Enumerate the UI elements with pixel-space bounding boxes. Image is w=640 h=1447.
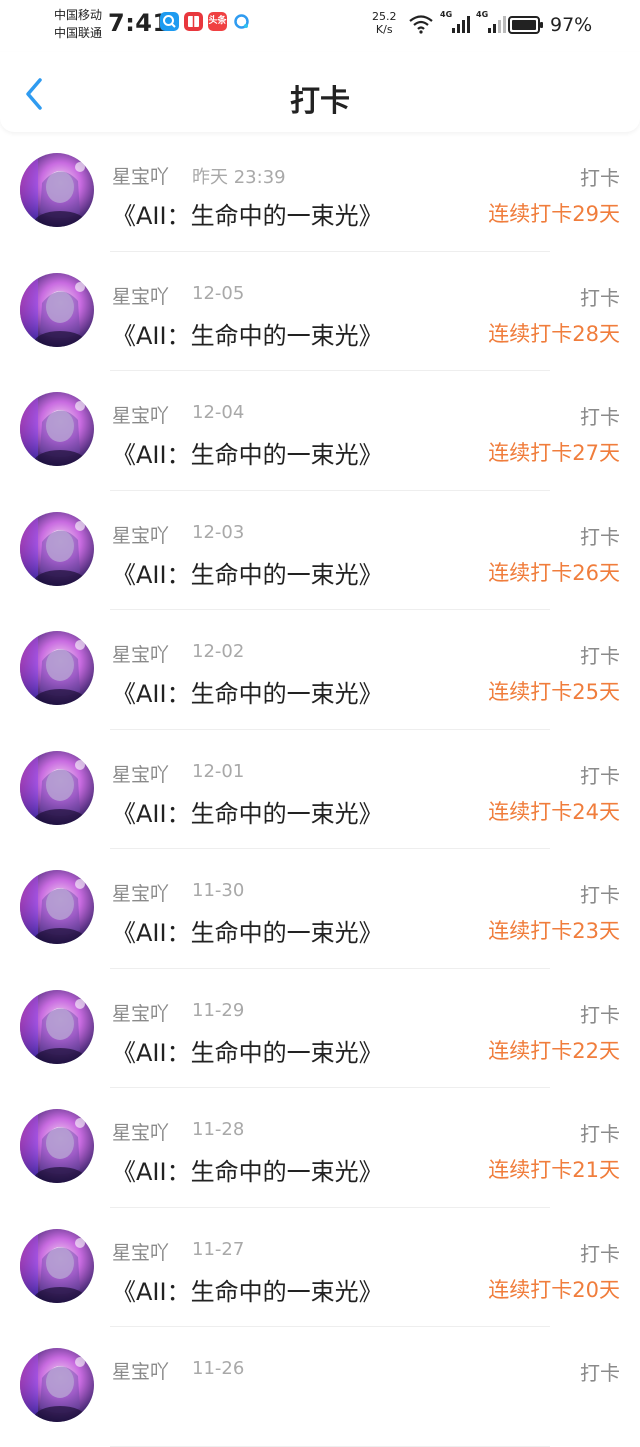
- book-title[interactable]: 《AII：生命中的一束光》: [112, 1152, 383, 1187]
- checkin-type: 打卡: [580, 883, 620, 907]
- user-name[interactable]: 星宝吖: [112, 1238, 169, 1265]
- avatar[interactable]: [20, 750, 94, 825]
- book-title[interactable]: 《AII：生命中的一束光》: [112, 555, 383, 590]
- checkin-list: 星宝吖 昨天 23:39 《AII：生命中的一束光》 打卡 连续打卡29天 星宝…: [0, 132, 640, 1447]
- checkin-list-item[interactable]: 星宝吖 12-02 《AII：生命中的一束光》 打卡 连续打卡25天: [0, 610, 640, 730]
- status-bar: 中国移动 中国联通 7:41 头条 25.2 K/s 4G 4G 97%: [0, 0, 640, 52]
- news-app-icon: 头条: [208, 12, 227, 31]
- user-name[interactable]: 星宝吖: [112, 1118, 169, 1145]
- checkin-time: 11-26: [192, 1358, 245, 1379]
- search-app-icon: [160, 12, 179, 31]
- avatar[interactable]: [20, 989, 94, 1064]
- checkin-list-item[interactable]: 星宝吖 11-28 《AII：生命中的一束光》 打卡 连续打卡21天: [0, 1088, 640, 1208]
- checkin-type: 打卡: [580, 1122, 620, 1146]
- streak-count: 连续打卡20天: [488, 1277, 620, 1302]
- cell-signal-1-icon: 4G: [440, 10, 470, 34]
- avatar[interactable]: [20, 272, 94, 347]
- user-name[interactable]: 星宝吖: [112, 999, 169, 1026]
- book-title[interactable]: 《AII：生命中的一束光》: [112, 196, 383, 231]
- cell-signal-2-icon: 4G: [476, 10, 506, 34]
- signal-icons: 4G 4G: [408, 10, 506, 34]
- user-name[interactable]: 星宝吖: [112, 521, 169, 548]
- checkin-list-item[interactable]: 星宝吖 昨天 23:39 《AII：生命中的一束光》 打卡 连续打卡29天: [0, 132, 640, 252]
- checkin-list-item[interactable]: 星宝吖 12-03 《AII：生命中的一束光》 打卡 连续打卡26天: [0, 491, 640, 610]
- book-title[interactable]: 《AII：生命中的一束光》: [112, 794, 383, 829]
- avatar[interactable]: [20, 1228, 94, 1303]
- streak-count: 连续打卡24天: [488, 799, 620, 824]
- user-name[interactable]: 星宝吖: [112, 760, 169, 787]
- carrier-1: 中国移动: [54, 8, 103, 22]
- streak-count: 连续打卡26天: [488, 560, 620, 585]
- book-title[interactable]: 《AII：生命中的一束光》: [112, 1272, 383, 1307]
- book-title[interactable]: 《AII：生命中的一束光》: [112, 316, 383, 351]
- checkin-time: 12-01: [192, 760, 245, 782]
- battery-status: 97%: [508, 14, 592, 36]
- avatar[interactable]: [20, 1109, 94, 1183]
- checkin-time: 11-28: [192, 1119, 245, 1140]
- checkin-list-item[interactable]: 星宝吖 12-04 《AII：生命中的一束光》 打卡 连续打卡27天: [0, 371, 640, 491]
- checkin-time: 12-03: [192, 521, 245, 543]
- checkin-time: 12-05: [192, 282, 245, 304]
- book-title[interactable]: 《AII：生命中的一束光》: [112, 674, 383, 709]
- user-name[interactable]: 星宝吖: [112, 1357, 169, 1384]
- streak-count: 连续打卡23天: [488, 919, 620, 943]
- network-type-2: 4G: [476, 10, 489, 19]
- book-app-icon: [184, 12, 203, 31]
- checkin-type: 打卡: [580, 644, 620, 668]
- battery-percent: 97%: [550, 14, 593, 36]
- checkin-type: 打卡: [580, 166, 620, 190]
- streak-count: 连续打卡28天: [488, 321, 620, 346]
- checkin-list-item[interactable]: 星宝吖 11-29 《AII：生命中的一束光》 打卡 连续打卡22天: [0, 969, 640, 1088]
- user-name[interactable]: 星宝吖: [112, 879, 169, 906]
- checkin-type: 打卡: [580, 1241, 620, 1266]
- avatar[interactable]: [20, 631, 94, 705]
- checkin-time: 昨天 23:39: [192, 167, 286, 188]
- checkin-type: 打卡: [580, 524, 620, 549]
- avatar[interactable]: [20, 1348, 94, 1422]
- user-name[interactable]: 星宝吖: [112, 282, 169, 309]
- streak-count: 连续打卡21天: [488, 1158, 620, 1182]
- streak-count: 连续打卡29天: [488, 202, 620, 226]
- book-title[interactable]: 《AII：生命中的一束光》: [112, 1033, 383, 1068]
- avatar[interactable]: [20, 511, 94, 586]
- battery-icon: [508, 16, 543, 34]
- checkin-time: 12-02: [192, 641, 245, 662]
- wifi-icon: [409, 15, 433, 34]
- checkin-time: 11-30: [192, 880, 245, 901]
- checkin-list-item[interactable]: 星宝吖 12-05 《AII：生命中的一束光》 打卡 连续打卡28天: [0, 252, 640, 371]
- checkin-type: 打卡: [580, 405, 620, 429]
- user-name[interactable]: 星宝吖: [112, 401, 169, 428]
- notification-icons: 头条: [160, 12, 251, 31]
- browser-app-icon: [232, 12, 251, 31]
- book-title[interactable]: 《AII：生命中的一束光》: [112, 913, 383, 948]
- user-name[interactable]: 星宝吖: [112, 640, 169, 667]
- checkin-time: 11-27: [192, 1238, 245, 1260]
- carrier-info: 中国移动 中国联通: [54, 6, 102, 42]
- checkin-type: 打卡: [580, 1361, 620, 1385]
- book-title[interactable]: 《AII：生命中的一束光》: [112, 435, 383, 470]
- divider: [110, 1445, 550, 1447]
- checkin-time: 11-29: [192, 999, 245, 1021]
- streak-count: 连续打卡25天: [488, 680, 620, 704]
- streak-count: 连续打卡22天: [488, 1038, 620, 1063]
- avatar[interactable]: [20, 392, 94, 466]
- checkin-type: 打卡: [580, 763, 620, 788]
- checkin-type: 打卡: [580, 285, 620, 310]
- checkin-list-item[interactable]: 星宝吖 12-01 《AII：生命中的一束光》 打卡 连续打卡24天: [0, 730, 640, 849]
- speed-value: 25.2: [372, 10, 397, 23]
- checkin-list-item[interactable]: 星宝吖 11-30 《AII：生命中的一束光》 打卡 连续打卡23天: [0, 849, 640, 969]
- user-name[interactable]: 星宝吖: [112, 162, 169, 189]
- checkin-type: 打卡: [580, 1002, 620, 1027]
- network-type-1: 4G: [440, 10, 453, 19]
- checkin-list-item[interactable]: 星宝吖 11-27 《AII：生命中的一束光》 打卡 连续打卡20天: [0, 1208, 640, 1327]
- speed-unit: K/s: [375, 23, 393, 36]
- navigation-bar: 打卡: [0, 52, 640, 132]
- page-title: 打卡: [290, 84, 350, 119]
- streak-count: 连续打卡27天: [488, 441, 620, 465]
- avatar[interactable]: [20, 153, 94, 227]
- checkin-time: 12-04: [192, 402, 245, 423]
- avatar[interactable]: [20, 870, 94, 944]
- carrier-2: 中国联通: [54, 26, 103, 40]
- network-speed: 25.2 K/s: [372, 10, 397, 36]
